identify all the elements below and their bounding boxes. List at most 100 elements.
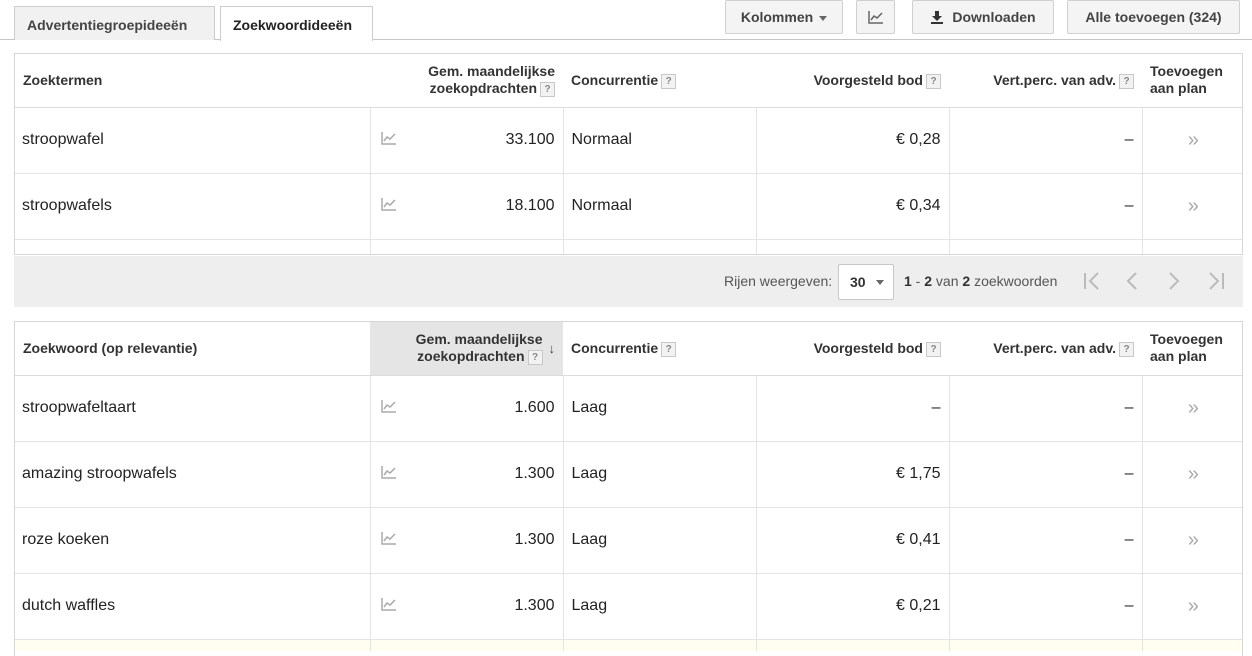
column-header-bid[interactable]: Voorgesteld bod? (756, 322, 949, 376)
keyword-ideas-table: Zoekwoord (op relevantie) Gem. maandelij… (14, 321, 1243, 656)
chevron-down-icon (876, 280, 884, 285)
download-icon (931, 11, 944, 24)
column-header-term[interactable]: Zoektermen (15, 54, 370, 108)
share-cell: – (948, 441, 1142, 508)
table-row: dutch waffles 1.300 Laag € 0,21 – » (15, 573, 1242, 640)
competition-cell: Laag (562, 375, 756, 442)
column-header-monthly-label: Gem. maandelijkse zoekopdrachten (415, 331, 543, 365)
tab-ad-group-ideas[interactable]: Advertentiegroepideeën (14, 6, 215, 40)
tab-keyword-ideas[interactable]: Zoekwoordideeën (220, 6, 373, 41)
table-header-row: Zoekwoord (op relevantie) Gem. maandelij… (15, 322, 1242, 376)
table-row: roze koeken 1.300 Laag € 0,41 – » (15, 507, 1242, 574)
column-header-monthly[interactable]: Gem. maandelijkse zoekopdrachten? (370, 54, 563, 108)
help-icon[interactable]: ? (540, 82, 555, 98)
bid-cell: € 1,75 (755, 441, 949, 508)
competition-cell: Laag (562, 573, 756, 640)
add-to-plan-button[interactable]: » (1141, 173, 1242, 240)
help-icon[interactable]: ? (661, 73, 677, 89)
rows-per-page-select[interactable]: 30 (838, 264, 894, 300)
bid-cell: € 0,21 (755, 573, 949, 640)
competition-cell: Laag (562, 507, 756, 574)
add-all-button[interactable]: Alle toevoegen (324) (1067, 0, 1240, 34)
keyword-cell: stroopwafels (15, 173, 370, 240)
column-header-share[interactable]: Vert.perc. van adv.? (949, 322, 1142, 376)
add-to-plan-button[interactable]: » (1141, 107, 1242, 174)
columns-button-label: Kolommen (740, 9, 814, 25)
table-filler-row (15, 239, 1242, 254)
monthly-searches-cell: 1.300 (410, 441, 563, 508)
range-unit: zoekwoorden (970, 273, 1058, 289)
column-header-bid-label: Voorgesteld bod (813, 339, 923, 356)
trend-chart-icon[interactable] (369, 107, 410, 174)
column-header-competition[interactable]: Concurrentie? (563, 322, 756, 376)
previous-page-icon[interactable] (1120, 268, 1146, 294)
monthly-searches-cell: 33.100 (410, 107, 563, 174)
keyword-cell: stroopwafeltaart (15, 375, 370, 442)
search-terms-table: Zoektermen Gem. maandelijkse zoekopdrach… (14, 53, 1243, 255)
add-to-plan-button[interactable]: » (1141, 375, 1242, 442)
share-cell: – (948, 573, 1142, 640)
columns-button[interactable]: Kolommen (725, 0, 843, 34)
rows-per-page-value: 30 (850, 274, 866, 290)
column-header-share-label: Vert.perc. van adv. (993, 71, 1116, 88)
pagination-range: 1 - 2 van 2 zoekwoorden (904, 273, 1057, 289)
share-cell: – (948, 507, 1142, 574)
partial-table-row (15, 639, 1242, 651)
line-chart-icon (867, 11, 883, 24)
keyword-cell: amazing stroopwafels (15, 441, 370, 508)
monthly-searches-cell: 18.100 (410, 173, 563, 240)
help-icon[interactable]: ? (926, 73, 941, 89)
competition-cell: Normaal (562, 107, 756, 174)
first-page-icon[interactable] (1080, 268, 1106, 294)
keyword-cell: dutch waffles (15, 573, 370, 640)
competition-cell: Normaal (562, 173, 756, 240)
table-row: stroopwafeltaart 1.600 Laag – – » (15, 375, 1242, 442)
download-button[interactable]: Downloaden (912, 0, 1054, 34)
table-header-row: Zoektermen Gem. maandelijkse zoekopdrach… (15, 54, 1242, 108)
help-icon[interactable]: ? (1119, 73, 1134, 89)
column-header-competition-label: Concurrentie (571, 339, 659, 356)
column-header-term[interactable]: Zoekwoord (op relevantie) (15, 322, 370, 376)
share-cell: – (948, 375, 1142, 442)
trend-chart-icon[interactable] (369, 375, 410, 442)
trend-chart-icon[interactable] (369, 507, 410, 574)
rows-per-page-label: Rijen weergeven: (724, 273, 833, 289)
column-header-bid[interactable]: Voorgesteld bod? (756, 54, 949, 108)
share-cell: – (948, 107, 1142, 174)
column-header-add: Toevoegen aan plan (1142, 322, 1242, 376)
trend-chart-icon[interactable] (369, 573, 410, 640)
table-row: stroopwafels 18.100 Normaal € 0,34 – » (15, 173, 1242, 240)
column-header-share[interactable]: Vert.perc. van adv.? (949, 54, 1142, 108)
bid-cell: – (755, 375, 949, 442)
help-icon[interactable]: ? (926, 341, 941, 357)
range-end: 2 (924, 273, 933, 289)
keyword-cell: stroopwafel (15, 107, 370, 174)
download-button-label: Downloaden (952, 9, 1036, 25)
help-icon[interactable]: ? (1119, 341, 1134, 357)
column-header-monthly[interactable]: Gem. maandelijkse zoekopdrachten? ↓ (370, 322, 563, 376)
trend-chart-icon[interactable] (369, 173, 410, 240)
add-to-plan-button[interactable]: » (1141, 507, 1242, 574)
column-header-bid-label: Voorgesteld bod (813, 71, 923, 88)
top-toolbar: Advertentiegroepideeën Zoekwoordideeën K… (0, 0, 1252, 41)
help-icon[interactable]: ? (661, 341, 677, 357)
add-to-plan-button[interactable]: » (1141, 573, 1242, 640)
table-row: stroopwafel 33.100 Normaal € 0,28 – » (15, 107, 1242, 174)
sort-descending-icon: ↓ (548, 340, 556, 356)
column-header-competition[interactable]: Concurrentie? (563, 54, 756, 108)
range-separator: - (911, 273, 925, 289)
column-header-competition-label: Concurrentie (571, 71, 659, 88)
monthly-searches-cell: 1.300 (410, 507, 563, 574)
range-start: 1 (904, 273, 912, 289)
next-page-icon[interactable] (1160, 268, 1186, 294)
add-to-plan-button[interactable]: » (1141, 441, 1242, 508)
help-icon[interactable]: ? (527, 350, 543, 366)
trend-chart-icon[interactable] (369, 441, 410, 508)
table-row: amazing stroopwafels 1.300 Laag € 1,75 –… (15, 441, 1242, 508)
chevron-down-icon (819, 15, 828, 21)
share-cell: – (948, 173, 1142, 240)
competition-cell: Laag (562, 441, 756, 508)
chart-button[interactable] (856, 0, 895, 34)
last-page-icon[interactable] (1202, 268, 1228, 294)
add-all-button-label: Alle toevoegen (324) (1085, 9, 1222, 25)
